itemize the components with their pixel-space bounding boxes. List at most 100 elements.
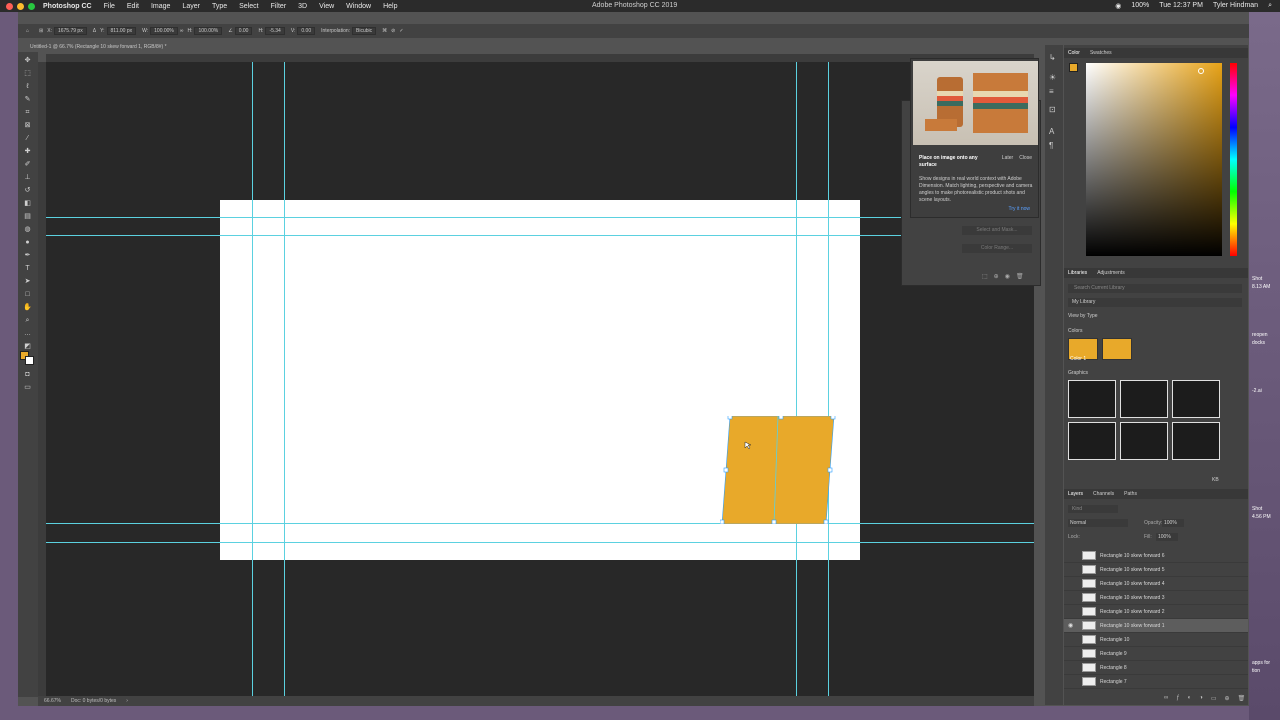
warp-icon[interactable]: ⌘ [382, 28, 387, 34]
color-range-button[interactable]: Color Range... [962, 244, 1032, 253]
brush-tool-icon[interactable]: ✐ [23, 160, 32, 169]
home-icon[interactable]: ⌂ [26, 28, 29, 34]
quick-select-tool-icon[interactable]: ✎ [23, 95, 32, 104]
crop-tool-icon[interactable]: ⌗ [23, 108, 32, 117]
tab-channels[interactable]: Channels [1093, 491, 1114, 497]
angle-field[interactable]: 0.00 [234, 27, 253, 35]
desktop-file-label[interactable]: tion [1252, 668, 1260, 674]
delta-icon[interactable]: Δ [93, 28, 96, 34]
zoom-window-button[interactable] [28, 2, 35, 10]
zoom-level[interactable]: 66.67% [44, 698, 61, 704]
library-color-swatch[interactable] [1102, 338, 1132, 360]
panel-toggle-icon[interactable]: ⊡ [1049, 105, 1056, 114]
menu-image[interactable]: Image [151, 3, 170, 10]
desktop-file-label[interactable]: 4.56 PM [1252, 514, 1271, 520]
type-tool-icon[interactable]: T [23, 264, 32, 273]
adjust-panel-icon[interactable]: ☀ [1049, 73, 1056, 82]
apply-icon[interactable]: ⊕ [994, 273, 999, 280]
desktop-file-label[interactable]: Shot [1252, 506, 1262, 512]
default-colors-icon[interactable]: ◩ [23, 342, 32, 351]
y-position-field[interactable]: 811.00 px [106, 27, 137, 35]
layer-row[interactable]: Rectangle 10 skew forward 5 [1064, 563, 1248, 577]
desktop-file-label[interactable]: docks [1252, 340, 1265, 346]
zoom-tool-icon[interactable]: ⌕ [23, 316, 32, 325]
width-field[interactable]: 100.00% [150, 27, 178, 35]
menu-window[interactable]: Window [346, 3, 371, 10]
guide-horizontal[interactable] [46, 217, 1034, 218]
character-panel-icon[interactable]: A [1049, 127, 1054, 136]
rectangle-tool-icon[interactable]: □ [23, 290, 32, 299]
colors-heading[interactable]: Colors [1068, 328, 1082, 334]
link-icon[interactable]: ∞ [180, 28, 184, 34]
blur-tool-icon[interactable]: ◍ [23, 225, 32, 234]
menu-help[interactable]: Help [383, 3, 397, 10]
transform-handle[interactable] [720, 519, 725, 524]
guide-vertical[interactable] [796, 62, 797, 696]
graphic-thumbnail[interactable] [1068, 380, 1116, 418]
paragraph-panel-icon[interactable]: ¶ [1049, 141, 1053, 150]
desktop-file-label[interactable]: Shot [1252, 276, 1262, 282]
layer-row[interactable]: Rectangle 10 skew forward 2 [1064, 605, 1248, 619]
lasso-tool-icon[interactable]: ℓ [23, 82, 32, 91]
layer-row[interactable]: Rectangle 8 [1064, 661, 1248, 675]
tab-paths[interactable]: Paths [1124, 491, 1137, 497]
marquee-tool-icon[interactable]: ⬚ [23, 69, 32, 78]
menu-layer[interactable]: Layer [182, 3, 200, 10]
hue-slider[interactable] [1230, 63, 1237, 256]
later-link[interactable]: Later [1002, 155, 1013, 161]
guide-vertical[interactable] [252, 62, 253, 696]
eraser-tool-icon[interactable]: ◧ [23, 199, 32, 208]
canvas-area[interactable] [46, 62, 1034, 696]
menu-3d[interactable]: 3D [298, 3, 307, 10]
layer-row[interactable]: Rectangle 7 [1064, 675, 1248, 689]
close-window-button[interactable] [6, 2, 13, 10]
move-tool-icon[interactable]: ✥ [23, 56, 32, 65]
clone-stamp-tool-icon[interactable]: ⊥ [23, 173, 32, 182]
adjustment-layer-icon[interactable]: ◑ [1199, 695, 1203, 702]
vertical-ruler[interactable] [38, 62, 46, 696]
healing-brush-tool-icon[interactable]: ✚ [23, 147, 32, 156]
library-select[interactable]: My Library [1068, 298, 1242, 307]
close-link[interactable]: Close [1019, 155, 1032, 161]
menu-type[interactable]: Type [212, 3, 227, 10]
fx-icon[interactable]: ƒ [1176, 695, 1179, 702]
x-position-field[interactable]: 1675.79 px [53, 27, 87, 35]
screen-mode-icon[interactable]: ▭ [23, 383, 32, 392]
visibility-eye-icon[interactable]: ◉ [1068, 622, 1073, 629]
select-and-mask-button[interactable]: Select and Mask... [962, 226, 1032, 235]
quick-mask-icon[interactable]: ◘ [23, 370, 32, 379]
commit-transform-icon[interactable]: ✓ [399, 28, 403, 34]
tab-color[interactable]: Color [1068, 50, 1080, 56]
battery-percent[interactable]: 100% [1131, 2, 1149, 10]
cancel-transform-icon[interactable]: ⊘ [391, 28, 395, 34]
menu-view[interactable]: View [319, 3, 334, 10]
vertical-skew-field[interactable]: 0.00 [297, 27, 316, 35]
graphic-thumbnail[interactable] [1120, 380, 1168, 418]
mask-icon[interactable]: ◐ [1188, 695, 1192, 702]
pen-tool-icon[interactable]: ✒ [23, 251, 32, 260]
tab-layers[interactable]: Layers [1068, 491, 1083, 497]
history-panel-icon[interactable]: ↳ [1049, 53, 1056, 62]
guide-horizontal[interactable] [46, 542, 1034, 543]
trash-icon[interactable]: 🗑 [1238, 695, 1246, 702]
layer-kind-filter[interactable]: Kind [1068, 505, 1118, 513]
menu-edit[interactable]: Edit [127, 3, 139, 10]
layer-row[interactable]: Rectangle 10 skew forward 3 [1064, 591, 1248, 605]
view-by-select[interactable]: View by Type [1068, 313, 1098, 319]
graphic-thumbnail[interactable] [1068, 422, 1116, 460]
guide-vertical[interactable] [284, 62, 285, 696]
guide-vertical[interactable] [828, 62, 829, 696]
desktop-file-label[interactable]: -2.ai [1252, 388, 1262, 394]
transform-handle[interactable] [778, 416, 784, 420]
graphics-heading[interactable]: Graphics [1068, 370, 1088, 376]
mask-icon[interactable]: ⬚ [982, 273, 988, 280]
clock[interactable]: Tue 12:37 PM [1159, 2, 1203, 10]
graphic-thumbnail[interactable] [1120, 422, 1168, 460]
transform-handle[interactable] [723, 467, 729, 473]
background-color-swatch[interactable] [25, 356, 34, 365]
status-menu-arrow-icon[interactable]: › [126, 698, 128, 704]
visibility-icon[interactable]: ◉ [1005, 273, 1010, 280]
rectangle-fill[interactable] [721, 416, 835, 524]
transform-handle[interactable] [771, 519, 777, 524]
color-picker-field[interactable] [1086, 63, 1222, 256]
